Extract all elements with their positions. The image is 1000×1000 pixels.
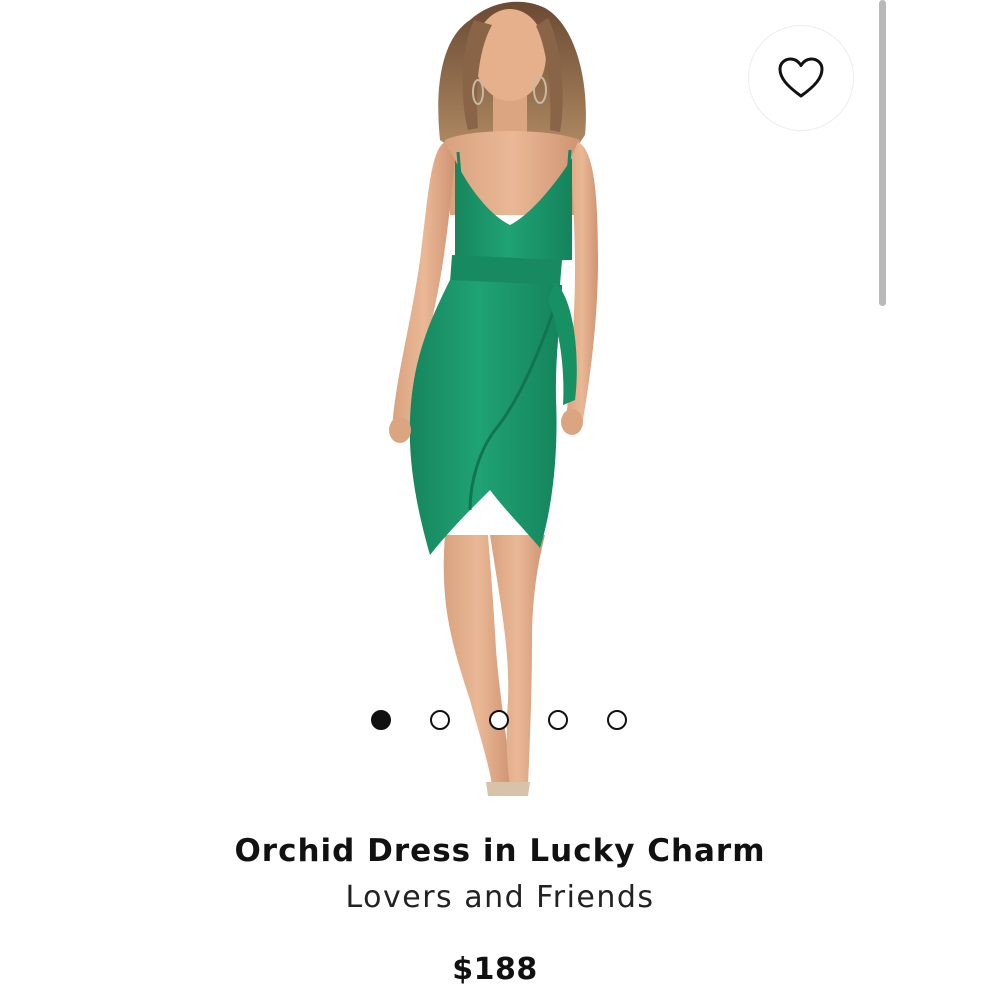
favorite-button[interactable]: [748, 25, 854, 131]
carousel-dot-2[interactable]: [430, 710, 450, 730]
carousel-dot-1[interactable]: [371, 710, 391, 730]
product-brand-link[interactable]: Lovers and Friends: [0, 880, 1000, 915]
product-detail-screen: Orchid Dress in Lucky Charm Lovers and F…: [0, 0, 1000, 1000]
product-image[interactable]: [0, 0, 1000, 810]
image-carousel-dots: [371, 710, 627, 732]
scrollbar[interactable]: [879, 0, 886, 306]
heart-outline-icon: [778, 57, 824, 98]
carousel-dot-3[interactable]: [489, 710, 509, 730]
product-price: $188: [452, 952, 538, 987]
carousel-dot-4[interactable]: [548, 710, 568, 730]
product-title: Orchid Dress in Lucky Charm: [234, 833, 766, 869]
product-photo-illustration: [389, 1, 598, 796]
carousel-dot-5[interactable]: [607, 710, 627, 730]
